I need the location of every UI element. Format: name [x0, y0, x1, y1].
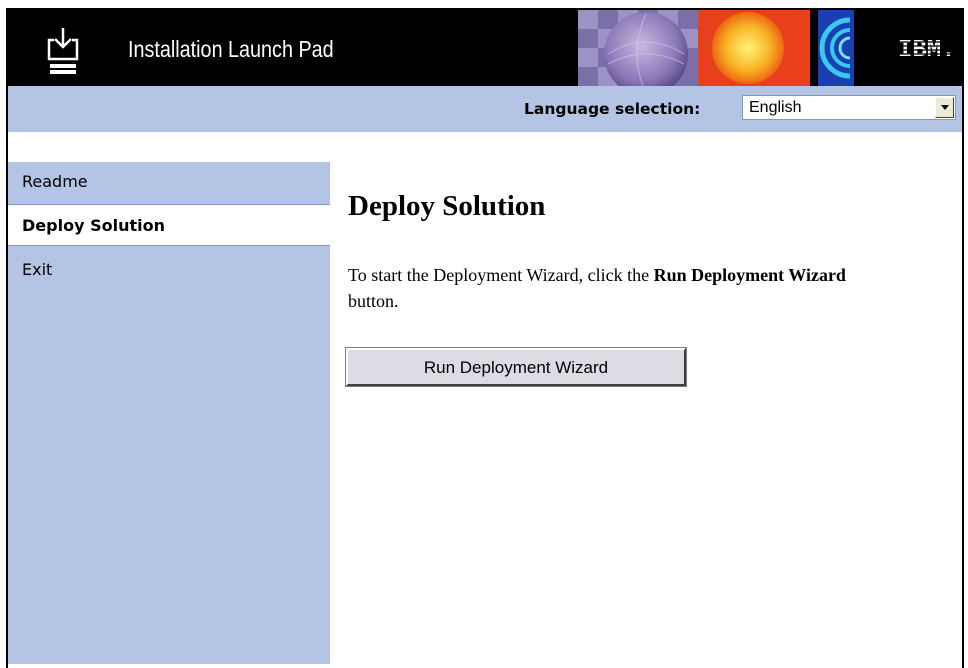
description-suffix: button. [348, 291, 399, 311]
ibm-logo: IBM. [896, 37, 958, 62]
sidebar-item-deploy-solution[interactable]: Deploy Solution [8, 204, 330, 246]
language-select[interactable]: English [742, 95, 956, 120]
sidebar-item-label: Exit [22, 260, 53, 279]
description-emphasis: Run Deployment Wizard [653, 265, 846, 285]
sidebar: Readme Deploy Solution Exit [8, 162, 330, 664]
page-description: To start the Deployment Wizard, click th… [348, 262, 848, 314]
install-download-icon [47, 28, 79, 74]
language-bar: Language selection: English [8, 86, 962, 132]
language-selection-label: Language selection: [524, 100, 701, 118]
decorative-banner [578, 10, 878, 86]
sidebar-item-label: Deploy Solution [22, 216, 165, 235]
chevron-down-icon[interactable] [935, 97, 954, 118]
sidebar-item-exit[interactable]: Exit [8, 260, 330, 290]
launchpad-window: Installation Launch Pad Language selecti… [0, 0, 968, 668]
sidebar-item-readme[interactable]: Readme [8, 172, 330, 202]
sidebar-item-label: Readme [22, 172, 88, 191]
page-title: Deploy Solution [348, 190, 546, 222]
description-prefix: To start the Deployment Wizard, click th… [348, 265, 654, 285]
language-select-value: English [749, 99, 802, 116]
app-title: Installation Launch Pad [128, 36, 334, 62]
header-banner: Installation Launch Pad [8, 10, 962, 86]
run-deployment-wizard-button[interactable]: Run Deployment Wizard [346, 348, 686, 386]
